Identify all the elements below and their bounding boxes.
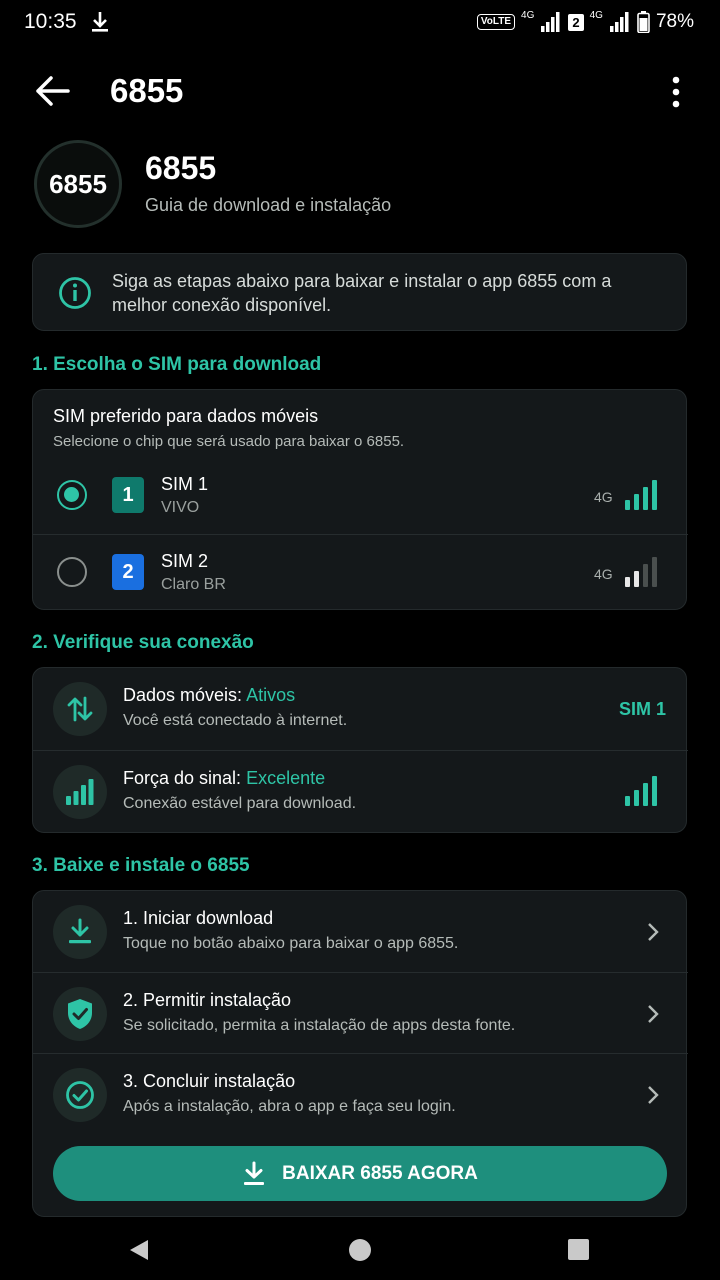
sim1-badge: 1 [112,477,144,513]
signal-strength-status: Força do sinal: Excelente [123,768,325,789]
status-time: 10:35 [24,10,77,33]
chevron-right-icon [648,1086,659,1104]
section-title-sim: 1. Escolha o SIM para download [32,354,322,375]
sim2-name: SIM 2 [161,551,209,571]
info-icon [59,277,91,309]
download-notification-icon [92,12,108,32]
check-circle-icon [53,1068,107,1122]
sim2-signal-icon [625,557,657,587]
app-name: 6855 [145,150,217,186]
signal-strength-icon [53,765,107,819]
install-card: 1. Iniciar download Toque no botão abaix… [32,890,688,1217]
network-type-1: 4G [521,9,535,21]
mobile-data-value: Ativos [246,685,296,705]
back-arrow-icon[interactable] [34,74,72,108]
volte-badge: VoLTE [476,14,516,30]
signal-icon-2 [609,12,629,32]
app-bar: 6855 [0,60,720,124]
chevron-right-icon [648,1005,659,1023]
status-icons: VoLTE 4G 2 4G 78% [476,8,694,36]
sim-selection-card: SIM preferido para dados móveis Selecion… [32,389,688,610]
step-download[interactable]: 1. Iniciar download Toque no botão abaix… [33,891,688,972]
download-now-button[interactable]: BAIXAR 6855 AGORA [53,1146,667,1201]
sim-option-1[interactable]: 1 SIM 1 VIVO 4G [33,458,688,530]
sim1-network-type: 4G [594,489,613,505]
more-options-icon[interactable] [664,74,688,110]
nav-home-icon[interactable] [349,1239,371,1261]
section-title-install: 3. Baixe e instale o 6855 [32,855,250,876]
status-bar: 10:35 VoLTE 4G 2 4G 78% [0,0,720,44]
mobile-data-label: Dados móveis: [123,685,247,705]
step-permission[interactable]: 2. Permitir instalação Se solicitado, pe… [33,972,688,1053]
download-now-label: BAIXAR 6855 AGORA [282,1162,478,1184]
sim1-signal-icon [625,480,657,510]
data-transfer-icon [53,682,107,736]
signal-strength-subtitle: Conexão estável para download. [123,795,357,812]
sim1-radio[interactable] [57,480,87,510]
sim2-badge: 2 [112,554,144,590]
battery-percent: 78% [655,11,694,32]
battery-icon [637,11,650,33]
step-3-subtitle: Após a instalação, abra o app e faça seu… [123,1098,456,1115]
signal-icon-1 [541,12,560,32]
step-2-subtitle: Se solicitado, permita a instalação de a… [123,1017,516,1034]
sim1-name: SIM 1 [161,474,209,494]
download-icon [244,1161,265,1185]
step-2-title: 2. Permitir instalação [123,990,292,1010]
step-1-title: 1. Iniciar download [123,908,274,928]
app-subtitle: Guia de download e instalação [145,195,392,215]
step-finish[interactable]: 3. Concluir instalação Após a instalação… [33,1053,688,1134]
step-1-subtitle: Toque no botão abaixo para baixar o app … [123,935,459,952]
sim-card-title: SIM preferido para dados móveis [53,406,319,426]
sim2-network-type: 4G [594,566,613,582]
signal-strength-row: Força do sinal: Excelente Conexão estáve… [33,750,688,832]
chevron-right-icon [648,923,659,941]
network-type-2: 4G [589,9,603,21]
shield-check-icon [53,987,107,1041]
download-icon [53,905,107,959]
sim-option-2[interactable]: 2 SIM 2 Claro BR 4G [33,534,688,606]
page-title: 6855 [110,72,184,109]
sim2-operator: Claro BR [161,576,226,593]
app-logo: 6855 [34,140,122,228]
active-sim-label: SIM 1 [619,699,667,719]
sim-card-subtitle: Selecione o chip que será usado para bai… [53,433,405,450]
info-text: Siga as etapas abaixo para baixar e inst… [112,271,612,315]
mobile-data-status: Dados móveis: Ativos [123,685,295,706]
step-3-title: 3. Concluir instalação [123,1071,296,1091]
mobile-data-subtitle: Você está conectado à internet. [123,712,348,729]
nav-back-icon[interactable] [128,1238,150,1262]
sim2-radio[interactable] [57,557,87,587]
sim1-operator: VIVO [161,499,200,516]
info-card: Siga as etapas abaixo para baixar e inst… [32,253,687,331]
sim-slot-badge: 2 [568,13,584,31]
signal-strength-value: Excelente [246,768,326,788]
section-title-connection: 2. Verifique sua conexão [32,632,254,653]
nav-recents-icon[interactable] [568,1239,589,1260]
system-nav-bar [0,1222,720,1280]
signal-bars-icon [625,776,657,806]
signal-strength-label: Força do sinal: [123,768,247,788]
connection-card: Dados móveis: Ativos Você está conectado… [32,667,688,833]
mobile-data-row: Dados móveis: Ativos Você está conectado… [33,668,688,750]
